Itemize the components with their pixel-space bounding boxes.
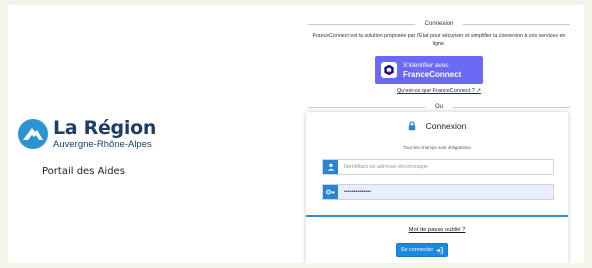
fc-section-title: Connexion [424, 21, 454, 27]
required-note: Tous les champs sont obligatoires [403, 145, 471, 150]
brand-block: La Région Auvergne-Rhône-Alpes Portail d… [18, 118, 198, 198]
fc-info-link[interactable]: Qu'est-ce que FranceConnect ? ↗ [298, 88, 580, 94]
identifier-field [322, 159, 554, 175]
or-label: Ou [435, 104, 444, 110]
brand-name: La Région [53, 117, 157, 139]
region-logo-icon [18, 119, 48, 149]
card-accent-bar [306, 215, 568, 217]
or-divider: Ou [308, 102, 571, 112]
password-input[interactable] [338, 185, 553, 199]
user-icon [323, 160, 338, 174]
fc-section-divider: Connexion [308, 19, 570, 29]
fc-button-line1: S'identifier avec [403, 61, 449, 69]
login-card-header: Connexion [306, 121, 568, 131]
page-canvas: La Région Auvergne-Rhône-Alpes Portail d… [8, 5, 584, 263]
fc-button-line2: FranceConnect [403, 69, 462, 79]
brand-logo-row: La Région Auvergne-Rhône-Alpes [18, 118, 198, 150]
divider-line [453, 106, 571, 108]
brand-subtitle: Auvergne-Rhône-Alpes [53, 139, 152, 150]
login-button[interactable]: Se connecter [396, 243, 448, 257]
forgot-password-link[interactable]: Mot de passe oublié ? [306, 227, 568, 233]
login-button-label: Se connecter [400, 247, 434, 253]
divider-line [308, 106, 425, 108]
franceconnect-logo-icon [381, 62, 397, 78]
lock-icon [408, 121, 416, 131]
password-field [322, 184, 554, 200]
sign-in-icon [436, 246, 443, 254]
key-icon [323, 185, 338, 199]
portal-name: Portail des Aides [42, 166, 125, 177]
divider-line [308, 23, 415, 25]
divider-line [463, 23, 570, 25]
login-area: Connexion FranceConnect est la solution … [298, 5, 580, 263]
fc-description: FranceConnect est la solution proposée p… [312, 33, 566, 47]
login-card: Connexion Tous les champs sont obligatoi… [306, 112, 568, 263]
login-title: Connexion [425, 121, 467, 131]
franceconnect-button[interactable]: S'identifier avec FranceConnect [375, 56, 483, 84]
identifier-input[interactable] [338, 160, 553, 174]
